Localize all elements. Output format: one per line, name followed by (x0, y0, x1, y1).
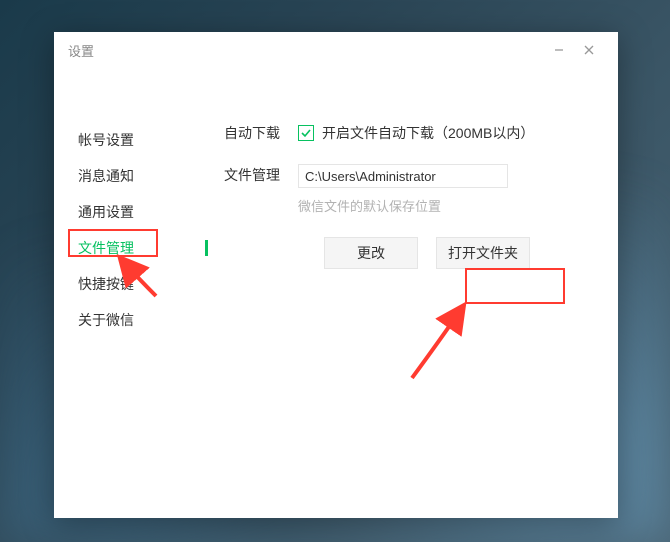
settings-window: 设置 帐号设置 消息通知 通用设置 文件管理 快捷按键 (54, 32, 618, 518)
close-button[interactable] (574, 35, 604, 65)
sidebar-item-label: 消息通知 (78, 168, 134, 184)
auto-download-label: 自动下载 (224, 122, 298, 144)
sidebar-item-notifications[interactable]: 消息通知 (78, 158, 214, 194)
window-title: 设置 (68, 41, 94, 60)
file-manage-label: 文件管理 (224, 164, 298, 186)
sidebar-item-label: 关于微信 (78, 312, 134, 328)
file-path-hint: 微信文件的默认保存位置 (298, 196, 618, 215)
minimize-button[interactable] (544, 35, 574, 65)
change-button-label: 更改 (357, 243, 385, 263)
sidebar-item-label: 帐号设置 (78, 132, 134, 148)
sidebar-item-general[interactable]: 通用设置 (78, 194, 214, 230)
titlebar: 设置 (54, 32, 618, 68)
open-folder-button-label: 打开文件夹 (448, 243, 518, 263)
change-button[interactable]: 更改 (324, 237, 418, 269)
sidebar: 帐号设置 消息通知 通用设置 文件管理 快捷按键 关于微信 (54, 68, 214, 518)
auto-download-checkbox[interactable] (298, 125, 314, 141)
sidebar-item-label: 快捷按键 (78, 276, 134, 292)
main-panel: 自动下载 开启文件自动下载（200MB以内） 文件管理 微信文件的默认保存位置 (214, 68, 618, 518)
auto-download-text: 开启文件自动下载（200MB以内） (322, 122, 534, 144)
sidebar-item-files[interactable]: 文件管理 (78, 230, 214, 266)
open-folder-button[interactable]: 打开文件夹 (436, 237, 530, 269)
sidebar-item-label: 通用设置 (78, 204, 134, 220)
sidebar-item-shortcuts[interactable]: 快捷按键 (78, 266, 214, 302)
file-path-input[interactable] (298, 164, 508, 188)
sidebar-item-account[interactable]: 帐号设置 (78, 122, 214, 158)
sidebar-item-about[interactable]: 关于微信 (78, 302, 214, 338)
check-icon (300, 127, 312, 139)
sidebar-item-label: 文件管理 (78, 240, 134, 256)
